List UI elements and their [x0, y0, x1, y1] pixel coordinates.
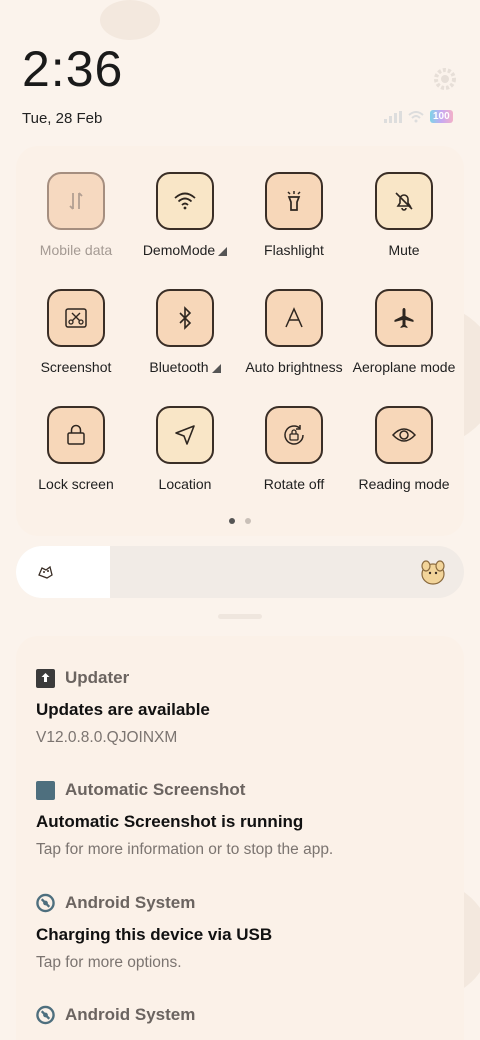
tile-screenshot[interactable]: Screenshot [21, 289, 131, 375]
background-decoration [100, 0, 160, 40]
bluetooth-button[interactable] [156, 289, 214, 347]
bell-off-icon [395, 192, 413, 211]
tile-label: Flashlight [264, 242, 324, 258]
tile-mute[interactable]: Mute [349, 172, 459, 258]
tile-flashlight[interactable]: Flashlight [239, 172, 349, 258]
expand-arrow-icon [211, 364, 221, 373]
signal-icon [384, 110, 402, 123]
tile-rotate-off[interactable]: Rotate off [239, 406, 349, 492]
reading-mode-button[interactable] [375, 406, 433, 464]
notification-android-system[interactable]: Android System [36, 1005, 466, 1025]
tile-mobile-data[interactable]: Mobile data [21, 172, 131, 258]
tile-aeroplane-mode[interactable]: Aeroplane mode [349, 289, 459, 375]
mobile-data-button[interactable] [47, 172, 105, 230]
notification-app-name: Android System [65, 1005, 196, 1024]
wifi-button[interactable] [156, 172, 214, 230]
location-icon [175, 425, 195, 445]
aeroplane-mode-button[interactable] [375, 289, 433, 347]
notification-text: Tap for more information or to stop the … [36, 841, 334, 858]
tile-demomode[interactable]: DemoMode [130, 172, 240, 258]
notification-updater[interactable]: Updater Updates are available V12.0.8.0.… [36, 668, 466, 747]
auto-brightness-button[interactable] [265, 289, 323, 347]
tile-label: Auto brightness [245, 359, 343, 375]
tile-label: Lock screen [38, 476, 114, 492]
tile-label: Mobile data [39, 242, 113, 258]
mute-button[interactable] [375, 172, 433, 230]
tile-label: Mute [388, 242, 420, 258]
tile-label: Bluetooth [149, 359, 209, 375]
page-dot[interactable] [229, 518, 235, 524]
notification-title: Automatic Screenshot is running [36, 812, 304, 831]
page-indicator [0, 518, 480, 524]
bluetooth-icon [179, 306, 192, 330]
flashlight-icon [287, 191, 301, 211]
notification-title: Updates are available [36, 700, 210, 719]
tile-label: Rotate off [263, 476, 325, 492]
tile-label: Reading mode [358, 476, 450, 492]
gear-icon[interactable] [432, 66, 458, 92]
brightness-low-icon [34, 560, 58, 589]
notification-automatic-screenshot[interactable]: Automatic Screenshot Automatic Screensho… [36, 780, 466, 859]
brightness-high-icon [418, 556, 448, 593]
expand-arrow-icon [218, 247, 228, 256]
screenshot-icon [65, 308, 87, 328]
brightness-slider[interactable] [16, 546, 464, 598]
app-square-icon [36, 780, 55, 800]
wifi-status-icon [408, 110, 424, 122]
battery-indicator: 100 [430, 110, 453, 123]
drag-handle[interactable] [218, 614, 262, 619]
notification-title: Charging this device via USB [36, 925, 273, 944]
tile-label: Aeroplane mode [352, 359, 456, 375]
clock[interactable]: 2:36 [22, 44, 123, 94]
tile-label: Screenshot [40, 359, 112, 375]
notification-app-name: Android System [65, 893, 196, 912]
brightness-slider-fill [16, 546, 111, 598]
rotate-lock-icon [284, 425, 304, 445]
tile-reading-mode[interactable]: Reading mode [349, 406, 459, 492]
upload-icon [36, 668, 55, 688]
android-system-icon [36, 893, 55, 913]
lock-icon [67, 424, 85, 445]
tile-bluetooth[interactable]: Bluetooth [130, 289, 240, 375]
mobile-data-icon [69, 192, 83, 210]
notification-app-name: Updater [65, 668, 130, 687]
notification-text: Tap for more options. [36, 954, 182, 971]
tile-location[interactable]: Location [130, 406, 240, 492]
airplane-icon [394, 308, 414, 328]
rotate-off-button[interactable] [265, 406, 323, 464]
status-icons: 100 [384, 110, 453, 123]
android-system-icon [36, 1005, 55, 1025]
screenshot-button[interactable] [47, 289, 105, 347]
page-dot[interactable] [245, 518, 251, 524]
eye-icon [391, 428, 417, 442]
date[interactable]: Tue, 28 Feb [22, 110, 102, 127]
notification-app-name: Automatic Screenshot [65, 780, 246, 799]
notification-android-system[interactable]: Android System Charging this device via … [36, 893, 466, 972]
wifi-icon [174, 192, 196, 210]
tile-label: Location [158, 476, 212, 492]
tile-auto-brightness[interactable]: Auto brightness [239, 289, 349, 375]
notification-text: V12.0.8.0.QJOINXM [36, 729, 178, 746]
flashlight-button[interactable] [265, 172, 323, 230]
auto-brightness-icon [285, 307, 303, 328]
tile-lock-screen[interactable]: Lock screen [21, 406, 131, 492]
lock-screen-button[interactable] [47, 406, 105, 464]
tile-label: DemoMode [142, 242, 216, 258]
location-button[interactable] [156, 406, 214, 464]
